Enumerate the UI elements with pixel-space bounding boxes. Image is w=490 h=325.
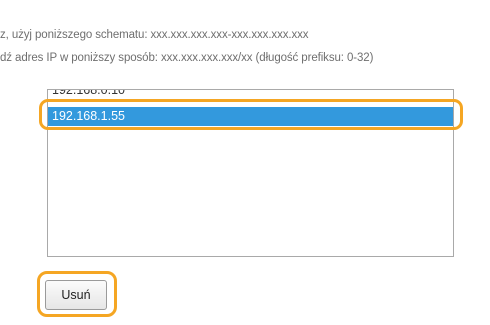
ip-address-listbox[interactable]: 192.168.0.10 192.168.1.55 (47, 89, 454, 257)
list-item-selected[interactable]: 192.168.1.55 (48, 107, 453, 126)
ip-prefix-format-hint: dź adres IP w poniższy sposób: xxx.xxx.x… (0, 52, 374, 64)
ip-address-settings-panel: z, użyj poniższego schematu: xxx.xxx.xxx… (0, 0, 490, 325)
ip-range-format-hint: z, użyj poniższego schematu: xxx.xxx.xxx… (0, 29, 309, 41)
delete-button[interactable]: Usuń (45, 280, 107, 310)
list-item[interactable]: 192.168.0.10 (48, 90, 453, 100)
